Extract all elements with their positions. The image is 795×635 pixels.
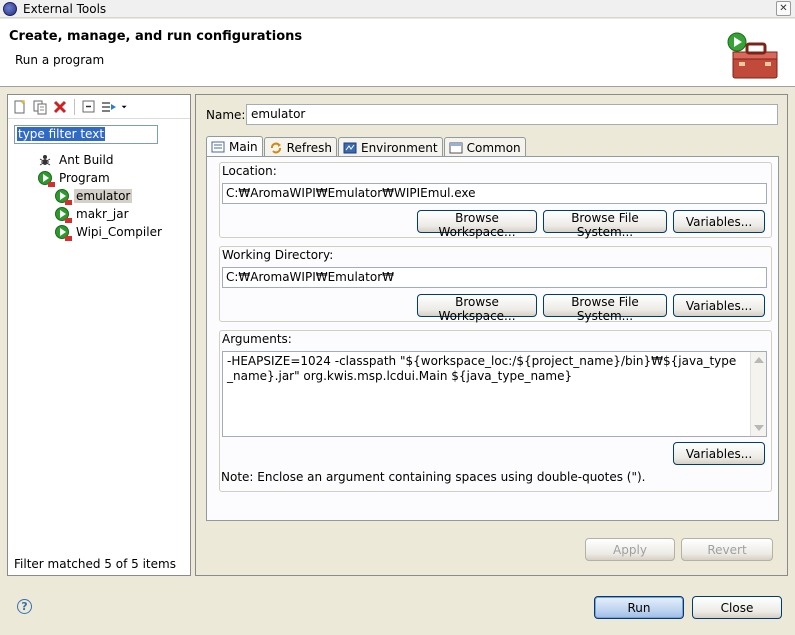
tab-environment-label: Environment bbox=[360, 140, 438, 155]
tab-common-label: Common bbox=[466, 140, 521, 155]
window-titlebar: External Tools ✕ bbox=[0, 0, 795, 18]
program-icon bbox=[55, 189, 72, 205]
tree-item-wipi-compiler[interactable]: Wipi_Compiler bbox=[8, 223, 190, 241]
close-button[interactable]: Close bbox=[692, 596, 782, 619]
working-directory-label: Working Directory: bbox=[222, 248, 334, 262]
tree-item-program[interactable]: Program bbox=[8, 169, 190, 187]
program-icon bbox=[38, 171, 55, 187]
duplicate-icon[interactable] bbox=[32, 99, 48, 115]
configurations-panel: type filter text Ant Build Program emula… bbox=[7, 94, 191, 576]
working-directory-group: Working Directory: C:₩AromaWIPI₩Emulator… bbox=[219, 246, 772, 323]
tab-main[interactable]: Main bbox=[206, 136, 263, 157]
tree-item-label: makr_jar bbox=[76, 207, 129, 221]
location-group: Location: C:₩AromaWIPI₩Emulator₩WIPIEmul… bbox=[219, 162, 772, 239]
program-icon bbox=[55, 225, 72, 241]
arguments-textarea[interactable]: -HEAPSIZE=1024 -classpath "${workspace_l… bbox=[222, 351, 767, 437]
window-close-button[interactable]: ✕ bbox=[776, 1, 791, 16]
tab-refresh-label: Refresh bbox=[286, 140, 332, 155]
header-subtitle: Run a program bbox=[15, 53, 105, 67]
config-editor: Name: emulator Main Refresh Environment bbox=[195, 94, 788, 576]
workdir-browse-filesystem-button[interactable]: Browse File System... bbox=[543, 294, 667, 323]
arguments-text: -HEAPSIZE=1024 -classpath "${workspace_l… bbox=[227, 354, 737, 383]
tab-refresh[interactable]: Refresh bbox=[263, 137, 337, 157]
refresh-icon bbox=[270, 142, 281, 153]
arguments-group: Arguments: -HEAPSIZE=1024 -classpath "${… bbox=[219, 330, 772, 492]
dropdown-arrow-icon[interactable] bbox=[121, 99, 131, 115]
environment-icon bbox=[343, 142, 357, 153]
working-directory-input[interactable]: C:₩AromaWIPI₩Emulator₩ bbox=[222, 267, 767, 288]
arguments-variables-button[interactable]: Variables... bbox=[673, 442, 765, 465]
program-icon bbox=[55, 207, 72, 223]
filter-input[interactable]: type filter text bbox=[14, 125, 158, 144]
eclipse-icon bbox=[3, 1, 17, 16]
arguments-scrollbar[interactable] bbox=[750, 352, 766, 436]
arguments-label: Arguments: bbox=[222, 332, 292, 346]
location-browse-filesystem-button[interactable]: Browse File System... bbox=[543, 210, 667, 239]
common-icon bbox=[449, 142, 463, 153]
name-label: Name: bbox=[206, 108, 246, 122]
tab-environment[interactable]: Environment bbox=[337, 137, 443, 157]
scroll-up-icon[interactable] bbox=[754, 357, 764, 363]
filter-input-text: type filter text bbox=[17, 127, 106, 141]
tree-item-emulator[interactable]: emulator bbox=[8, 187, 190, 205]
tree-item-ant-build[interactable]: Ant Build bbox=[8, 151, 190, 169]
main-tab-body: Location: C:₩AromaWIPI₩Emulator₩WIPIEmul… bbox=[206, 156, 779, 521]
filter-status: Filter matched 5 of 5 items bbox=[14, 557, 176, 571]
scroll-down-icon[interactable] bbox=[754, 425, 764, 431]
collapse-all-icon[interactable] bbox=[81, 99, 97, 115]
main-tab-icon bbox=[211, 141, 225, 153]
header-title: Create, manage, and run configurations bbox=[9, 29, 303, 44]
toolbox-run-icon bbox=[727, 32, 778, 79]
tree-item-label: Program bbox=[59, 171, 110, 185]
window-title: External Tools bbox=[23, 1, 107, 16]
new-config-icon[interactable] bbox=[12, 99, 28, 115]
workdir-variables-button[interactable]: Variables... bbox=[673, 294, 765, 317]
location-variables-button[interactable]: Variables... bbox=[673, 210, 765, 233]
tree-item-label: emulator bbox=[74, 189, 133, 203]
ant-icon bbox=[39, 155, 51, 166]
tree-item-makr-jar[interactable]: makr_jar bbox=[8, 205, 190, 223]
name-input[interactable]: emulator bbox=[246, 104, 778, 125]
tree-item-label: Ant Build bbox=[59, 153, 114, 167]
run-button[interactable]: Run bbox=[594, 596, 684, 619]
tab-main-label: Main bbox=[229, 140, 258, 154]
filter-icon[interactable] bbox=[101, 99, 117, 115]
location-browse-workspace-button[interactable]: Browse Workspace... bbox=[417, 210, 537, 239]
tree-item-label: Wipi_Compiler bbox=[76, 225, 162, 239]
workdir-browse-workspace-button[interactable]: Browse Workspace... bbox=[417, 294, 537, 323]
tab-common[interactable]: Common bbox=[443, 137, 526, 157]
config-tabs: Main Refresh Environment Common bbox=[206, 136, 527, 157]
apply-button[interactable]: Apply bbox=[585, 538, 675, 561]
config-tree: Ant Build Program emulator makr_jar Wipi… bbox=[8, 151, 190, 241]
toolbar-separator bbox=[74, 98, 75, 115]
delete-icon[interactable] bbox=[52, 99, 68, 115]
config-toolbar bbox=[8, 95, 190, 119]
revert-button[interactable]: Revert bbox=[681, 538, 773, 561]
location-label: Location: bbox=[222, 164, 277, 178]
arguments-note: Note: Enclose an argument containing spa… bbox=[221, 470, 646, 484]
location-input[interactable]: C:₩AromaWIPI₩Emulator₩WIPIEmul.exe bbox=[222, 183, 767, 204]
help-icon[interactable]: ? bbox=[17, 599, 32, 614]
dialog-header: Create, manage, and run configurations R… bbox=[0, 19, 795, 87]
